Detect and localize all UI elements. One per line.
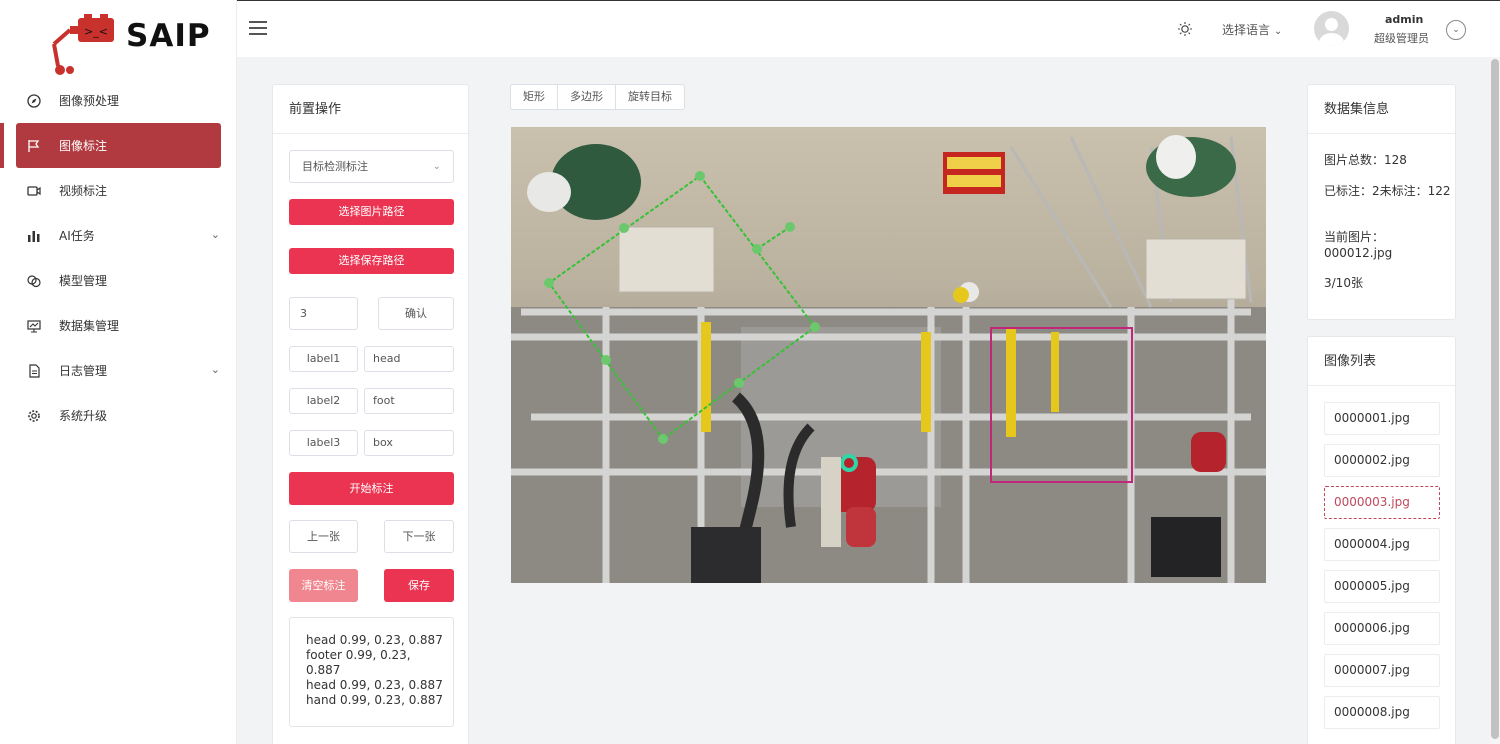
sidebar-item-label: 数据集管理	[59, 319, 120, 333]
list-item[interactable]: 0000005.jpg	[1324, 570, 1440, 603]
task-type-select[interactable]: 目标检测标注 ⌄	[289, 150, 454, 183]
list-item[interactable]: 0000002.jpg	[1324, 444, 1440, 477]
avatar[interactable]	[1314, 11, 1349, 46]
flag-icon	[26, 138, 42, 154]
save-button[interactable]: 保存	[384, 569, 454, 602]
tool-polygon[interactable]: 多边形	[558, 85, 616, 109]
user-name: admin	[1385, 13, 1424, 26]
video-icon	[26, 183, 42, 199]
chevron-down-icon: ⌄	[210, 228, 220, 241]
sidebar-item-image-annotation[interactable]: 图像标注	[16, 123, 221, 168]
scrollbar-thumb[interactable]	[1491, 59, 1499, 739]
result-line: head 0.99, 0.23, 0.887	[306, 633, 443, 647]
sidebar-item-label: 图像预处理	[59, 94, 120, 108]
sidebar-item-model-management[interactable]: 模型管理	[0, 258, 236, 303]
clear-annotation-button[interactable]: 清空标注	[289, 569, 358, 602]
sidebar-item-label: 视频标注	[59, 184, 108, 198]
user-menu-chevron-icon[interactable]: ⌄	[1446, 20, 1466, 40]
tool-rotated-box[interactable]: 旋转目标	[616, 85, 684, 109]
label2-input[interactable]: foot	[364, 388, 454, 414]
labeled-count: 已标注：2未标注：122	[1324, 184, 1451, 198]
document-icon	[26, 363, 42, 379]
list-item[interactable]: 0000001.jpg	[1324, 402, 1440, 435]
sidebar-item-label: 系统升级	[59, 409, 108, 423]
sidebar-item-ai-task[interactable]: AI任务 ⌄	[0, 213, 236, 258]
label1-input[interactable]: head	[364, 346, 454, 372]
confirm-button[interactable]: 确认	[378, 297, 454, 330]
sidebar-item-video-annotation[interactable]: 视频标注	[0, 168, 236, 213]
prev-image-button[interactable]: 上一张	[289, 520, 358, 553]
app-name: SAIP	[126, 18, 211, 54]
list-item[interactable]: 0000006.jpg	[1324, 612, 1440, 645]
chevron-down-icon: ⌄	[1273, 26, 1283, 37]
chevron-down-icon: ⌄	[432, 161, 441, 172]
total-images: 图片总数：128	[1324, 153, 1407, 167]
image-list-panel: 图像列表 0000001.jpg 0000002.jpg 0000003.jpg…	[1307, 336, 1456, 744]
count-input[interactable]: 3	[289, 297, 358, 330]
list-item[interactable]: 0000007.jpg	[1324, 654, 1440, 687]
task-type-value: 目标检测标注	[302, 160, 368, 173]
sidebar-item-label: 模型管理	[59, 274, 108, 288]
page-scrollbar[interactable]	[1490, 57, 1500, 744]
sidebar-item-system-upgrade[interactable]: 系统升级	[0, 393, 236, 438]
panel-title: 图像列表	[1308, 337, 1455, 386]
select-image-path-button[interactable]: 选择图片路径	[289, 199, 454, 225]
label2-name: label2	[289, 388, 358, 414]
annotation-results: head 0.99, 0.23, 0.887 footer 0.99, 0.23…	[289, 617, 454, 727]
sidebar-menu: 图像预处理 图像标注 视频标注 AI任务 ⌄ 模型管理 数据集管理 日志管理 ⌄…	[0, 78, 236, 438]
layers-icon	[26, 273, 42, 289]
pre-operation-panel: 前置操作 目标检测标注 ⌄ 选择图片路径 选择保存路径 3 确认 label1 …	[272, 84, 469, 744]
app-logo[interactable]: >_< SAIP	[44, 14, 210, 80]
language-select[interactable]: 选择语言 ⌄	[1222, 21, 1282, 38]
start-annotation-button[interactable]: 开始标注	[289, 472, 454, 505]
annotation-canvas[interactable]	[511, 127, 1266, 583]
panel-title: 前置操作	[273, 85, 468, 134]
factory-scene-image	[511, 127, 1266, 583]
select-save-path-button[interactable]: 选择保存路径	[289, 248, 454, 274]
list-item[interactable]: 0000008.jpg	[1324, 696, 1440, 729]
label3-name: label3	[289, 430, 358, 456]
user-role: 超级管理员	[1374, 32, 1429, 45]
sidebar-item-label: 图像标注	[59, 139, 108, 153]
chevron-down-icon: ⌄	[210, 363, 220, 376]
current-image: 当前图片：000012.jpg	[1324, 230, 1393, 260]
result-line: footer 0.99, 0.23, 0.887	[306, 648, 411, 677]
sidebar-item-image-preprocess[interactable]: 图像预处理	[0, 78, 236, 123]
menu-toggle-icon[interactable]	[249, 21, 267, 36]
label1-name: label1	[289, 346, 358, 372]
result-line: head 0.99, 0.23, 0.887	[306, 678, 443, 692]
sidebar: >_< SAIP 图像预处理 图像标注 视频标注 AI任务 ⌄ 模型管理 数据集…	[0, 0, 237, 744]
tool-rectangle[interactable]: 矩形	[511, 85, 558, 109]
language-label: 选择语言	[1222, 23, 1271, 37]
presentation-icon	[26, 318, 42, 334]
list-item[interactable]: 0000004.jpg	[1324, 528, 1440, 561]
gear-icon	[26, 408, 42, 424]
top-bar: 选择语言 ⌄ admin 超级管理员 ⌄	[237, 0, 1500, 57]
sidebar-item-log-management[interactable]: 日志管理 ⌄	[0, 348, 236, 393]
robot-logo-icon: >_<	[52, 14, 114, 75]
theme-toggle-icon[interactable]	[1177, 21, 1193, 37]
progress-text: 3/10张	[1324, 276, 1363, 290]
label3-input[interactable]: box	[364, 430, 454, 456]
list-item-selected[interactable]: 0000003.jpg	[1324, 486, 1440, 519]
panel-title: 数据集信息	[1308, 85, 1455, 134]
next-image-button[interactable]: 下一张	[384, 520, 454, 553]
sidebar-item-label: 日志管理	[59, 364, 108, 378]
compass-icon	[26, 93, 42, 109]
sidebar-item-dataset-management[interactable]: 数据集管理	[0, 303, 236, 348]
dataset-info-panel: 数据集信息 图片总数：128 已标注：2未标注：122 当前图片：000012.…	[1307, 84, 1456, 320]
annotation-tool-group: 矩形 多边形 旋转目标	[510, 84, 685, 110]
sidebar-item-label: AI任务	[59, 229, 95, 243]
bar-chart-icon	[26, 228, 42, 244]
result-line: hand 0.99, 0.23, 0.887	[306, 693, 444, 707]
svg-text:>_<: >_<	[84, 25, 108, 38]
